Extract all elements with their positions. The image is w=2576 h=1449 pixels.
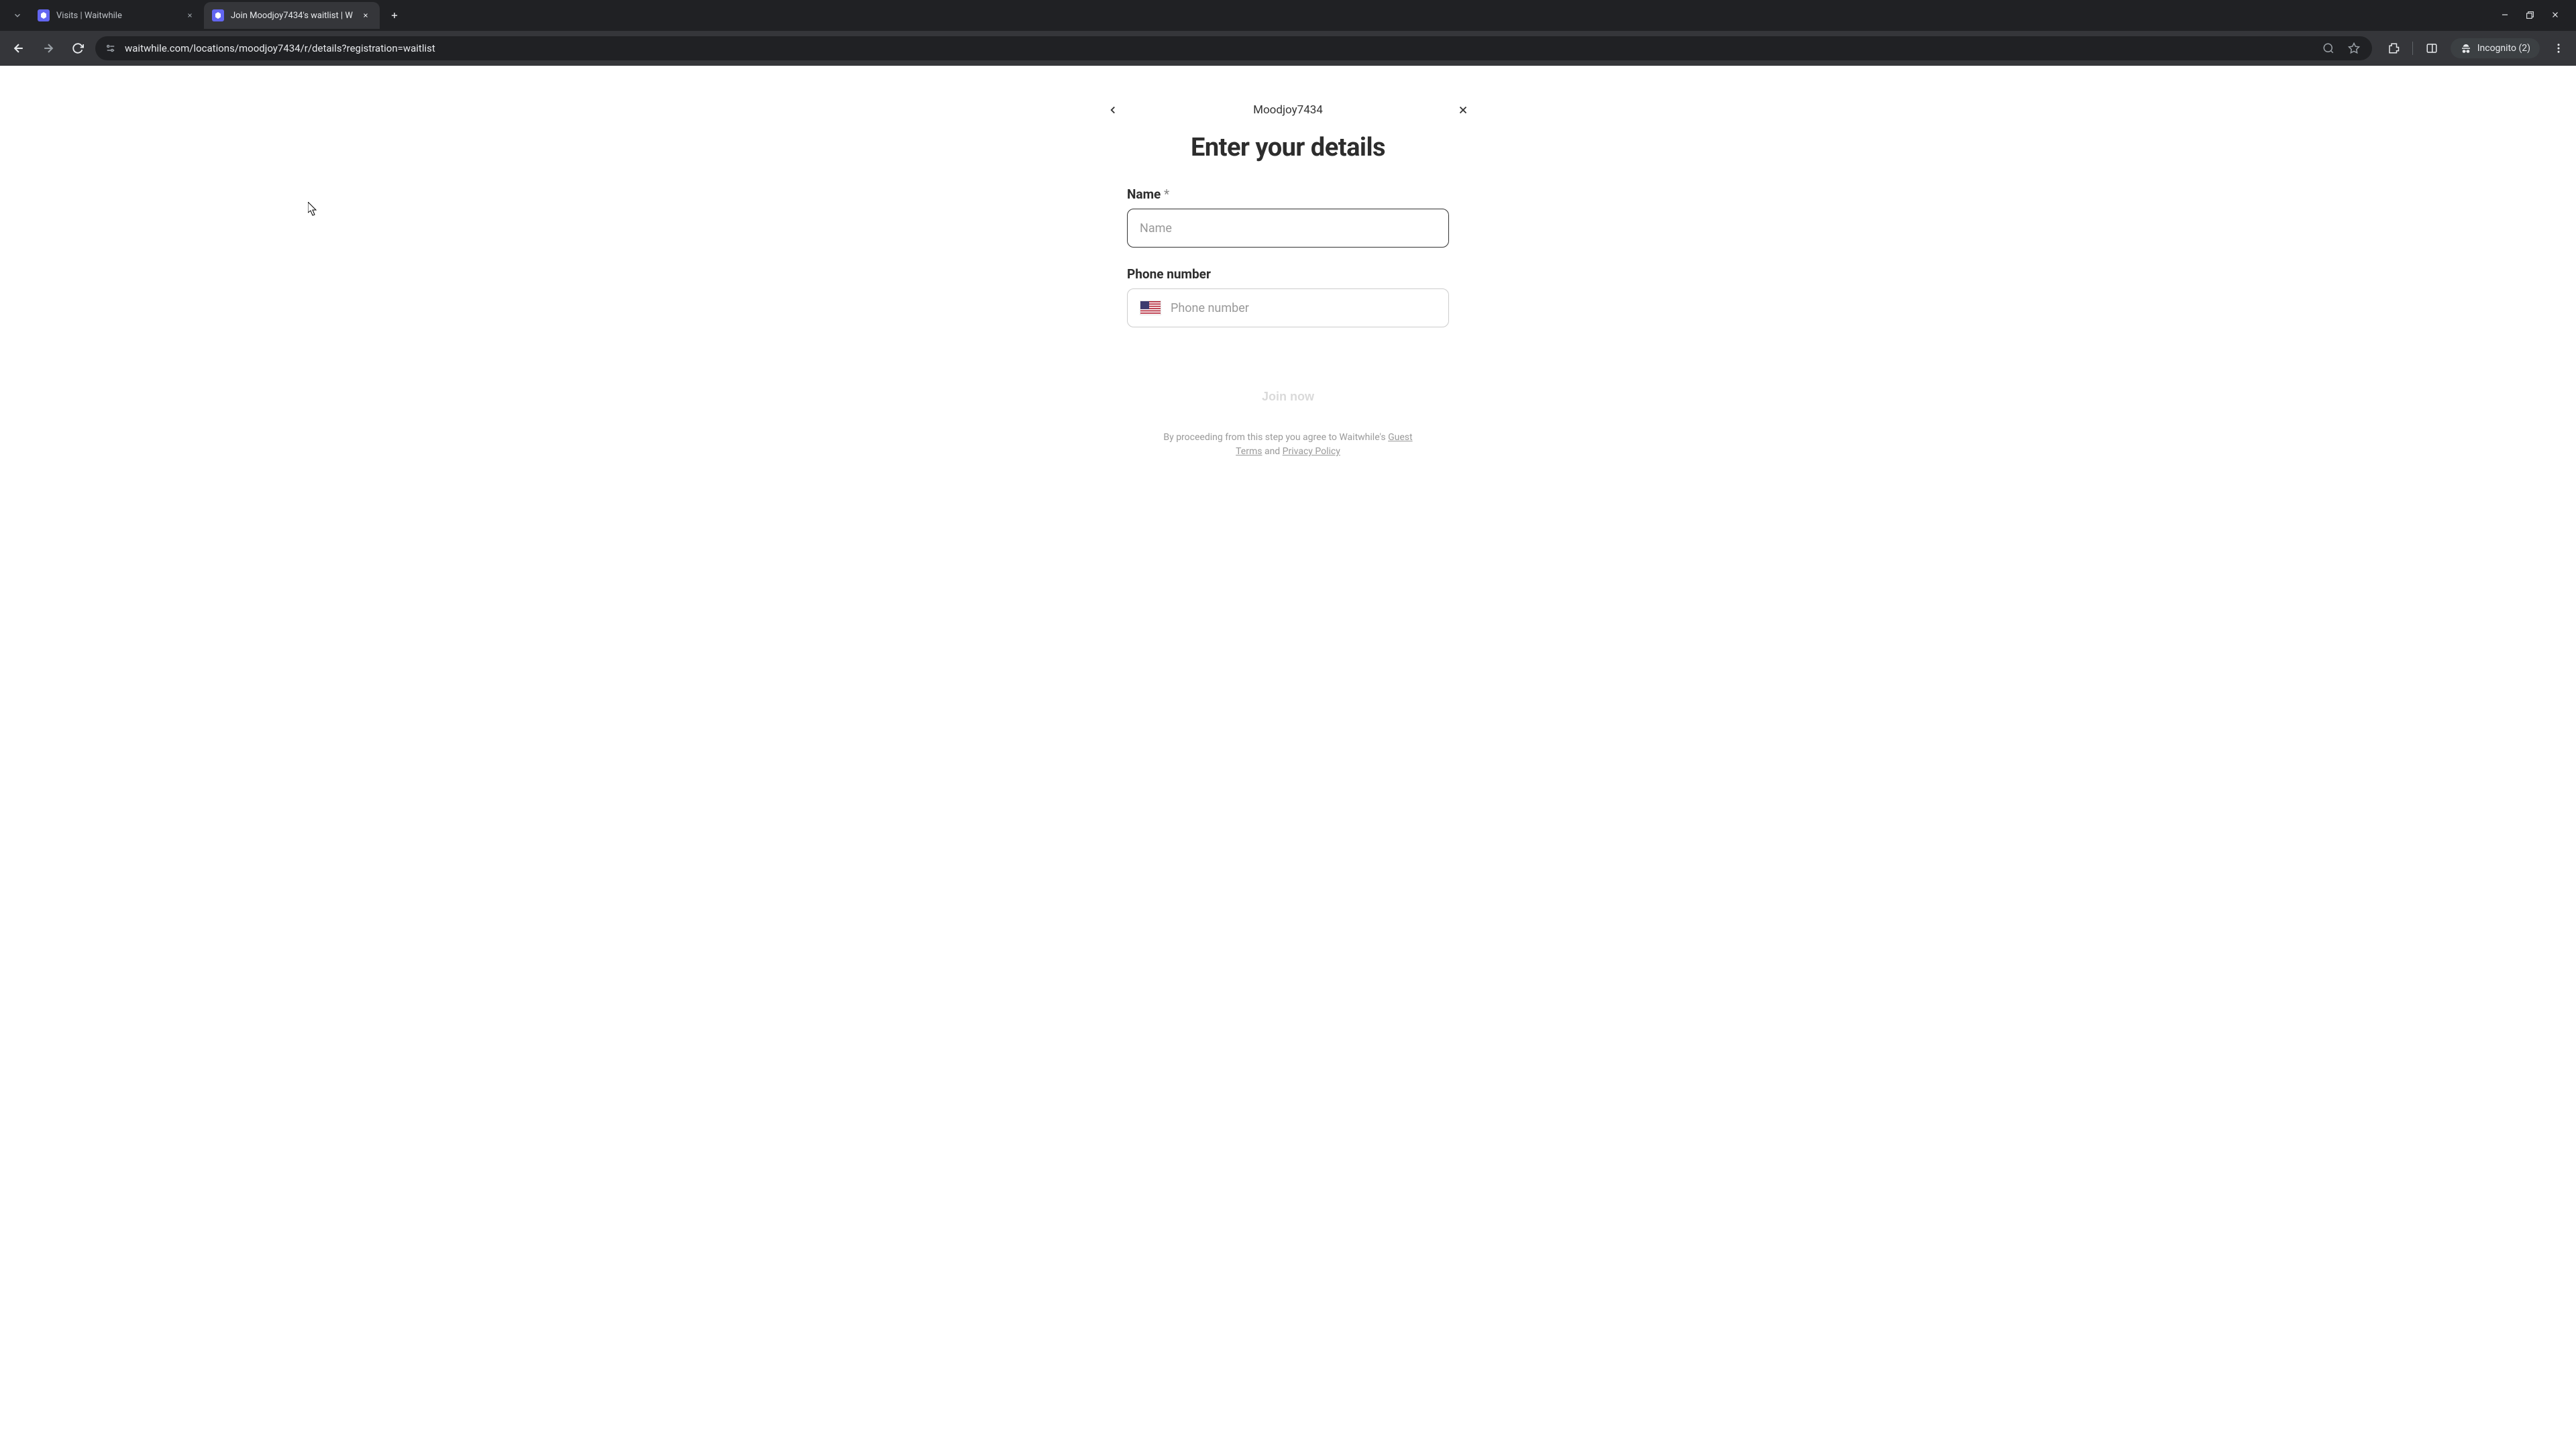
url-text: waitwhile.com/locations/moodjoy7434/r/de… [125, 42, 2312, 54]
side-panel-icon[interactable] [2421, 38, 2443, 59]
zoom-icon[interactable] [2320, 42, 2337, 54]
phone-label: Phone number [1127, 266, 1449, 282]
tab-close-icon[interactable] [360, 9, 372, 21]
extensions-icon[interactable] [2383, 38, 2404, 59]
browser-tab-inactive[interactable]: Visits | Waitwhile [30, 2, 204, 29]
forward-nav-icon[interactable] [36, 36, 60, 60]
incognito-icon [2460, 42, 2472, 54]
required-indicator: * [1164, 186, 1169, 202]
browser-tab-active[interactable]: Join Moodjoy7434's waitlist | W [204, 2, 380, 29]
legal-and: and [1262, 446, 1282, 457]
page-title: Enter your details [1107, 133, 1469, 162]
close-window-icon[interactable] [2551, 9, 2560, 22]
tab-bar: Visits | Waitwhile Join Moodjoy7434's wa… [0, 0, 2576, 31]
legal-prefix: By proceeding from this step you agree t… [1163, 432, 1388, 443]
browser-chrome: Visits | Waitwhile Join Moodjoy7434's wa… [0, 0, 2576, 66]
name-label-text: Name [1127, 186, 1161, 202]
incognito-badge[interactable]: Incognito (2) [2451, 38, 2540, 58]
privacy-policy-link[interactable]: Privacy Policy [1283, 446, 1340, 457]
maximize-icon[interactable] [2526, 9, 2534, 22]
location-name: Moodjoy7434 [1253, 103, 1323, 117]
minimize-icon[interactable] [2500, 9, 2510, 22]
form-fields: Name * Phone number [1107, 186, 1469, 459]
form-header: Moodjoy7434 [1107, 103, 1469, 117]
tab-close-icon[interactable] [184, 9, 196, 21]
address-bar: waitwhile.com/locations/moodjoy7434/r/de… [0, 31, 2576, 66]
form-container: Moodjoy7434 Enter your details Name * Ph… [1107, 103, 1469, 459]
site-info-icon[interactable] [105, 42, 117, 54]
name-label: Name * [1127, 186, 1449, 202]
country-flag-icon[interactable] [1140, 301, 1161, 315]
page-content: Moodjoy7434 Enter your details Name * Ph… [0, 66, 2576, 1449]
legal-text: By proceeding from this step you agree t… [1127, 431, 1449, 459]
tab-title: Visits | Waitwhile [56, 11, 177, 21]
phone-input[interactable] [1171, 301, 1436, 315]
window-controls [2500, 9, 2571, 22]
back-nav-icon[interactable] [7, 36, 31, 60]
tab-favicon-icon [212, 9, 224, 21]
name-field-group: Name * [1127, 186, 1449, 248]
incognito-label: Incognito (2) [2477, 43, 2530, 54]
phone-input-wrapper [1127, 288, 1449, 327]
bookmark-icon[interactable] [2345, 42, 2363, 54]
name-input[interactable] [1127, 209, 1449, 248]
reload-icon[interactable] [66, 36, 90, 60]
new-tab-button[interactable] [384, 5, 405, 26]
tab-favicon-icon [38, 9, 50, 21]
url-bar[interactable]: waitwhile.com/locations/moodjoy7434/r/de… [95, 36, 2372, 60]
tab-search-dropdown[interactable] [5, 3, 30, 28]
mouse-cursor-icon [308, 202, 319, 217]
toolbar-divider [2412, 42, 2413, 55]
menu-icon[interactable] [2548, 38, 2569, 59]
join-button[interactable]: Join now [1127, 378, 1449, 415]
phone-field-group: Phone number [1127, 266, 1449, 327]
form-back-icon[interactable] [1102, 99, 1124, 121]
tab-title: Join Moodjoy7434's waitlist | W [231, 11, 353, 21]
toolbar-right: Incognito (2) [2377, 38, 2569, 59]
form-close-icon[interactable] [1452, 99, 1474, 121]
